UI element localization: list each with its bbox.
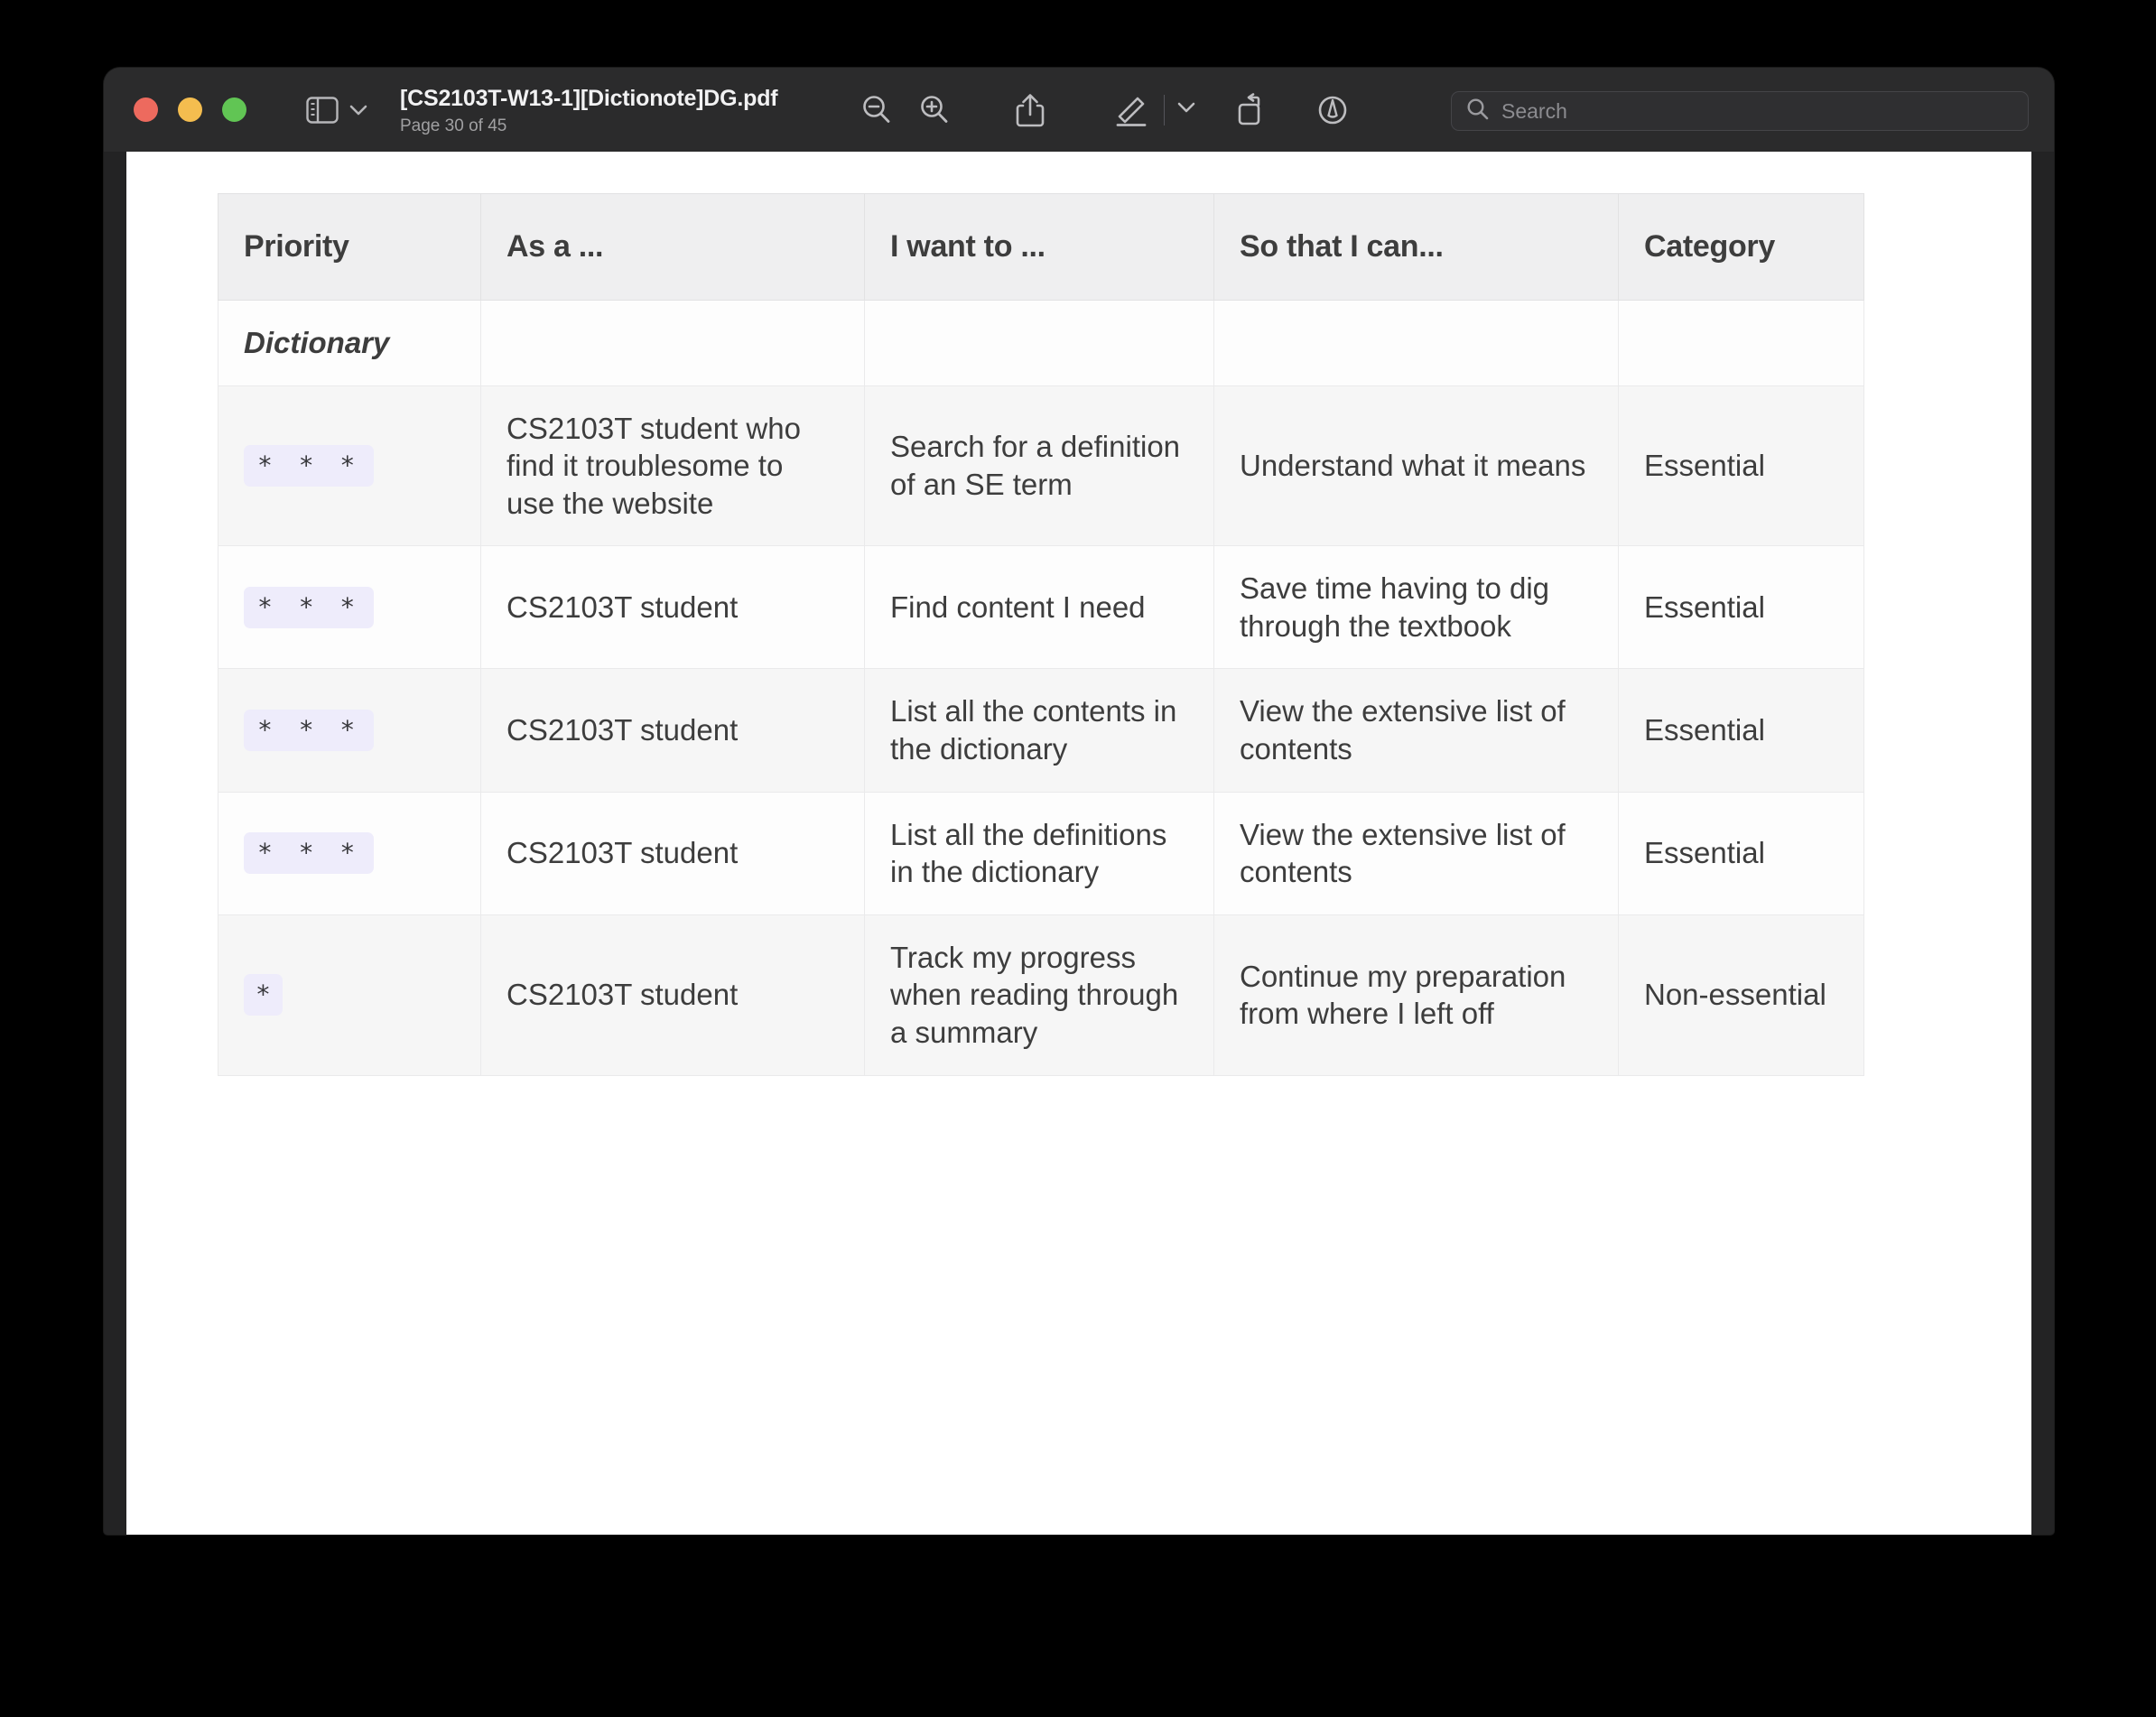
page-indicator: Page 30 of 45 (400, 116, 777, 136)
so-that-cell: View the extensive list of contents (1214, 669, 1619, 792)
sidebar-toggle-button[interactable] (306, 97, 367, 124)
search-input[interactable] (1501, 99, 2028, 124)
annotate-icon (1315, 93, 1350, 127)
search-field[interactable] (1451, 91, 2029, 131)
i-want-to-cell: List all the definitions in the dictiona… (865, 792, 1214, 914)
i-want-to-cell: Find content I need (865, 546, 1214, 669)
zoom-out-icon (860, 93, 894, 127)
category-cell: Non-essential (1619, 914, 1864, 1075)
table-row: * * * CS2103T student List all the conte… (218, 669, 1864, 792)
category-cell: Essential (1619, 792, 1864, 914)
table-row: * * * CS2103T student Find content I nee… (218, 546, 1864, 669)
zoom-in-button[interactable] (906, 85, 963, 135)
table-section-row: Dictionary (218, 301, 1864, 386)
priority-cell: * * * (218, 546, 481, 669)
table-header-row: Priority As a ... I want to ... So that … (218, 194, 1864, 301)
column-header-so-that: So that I can... (1214, 194, 1619, 301)
window-controls (134, 97, 246, 122)
i-want-to-cell: Search for a definition of an SE term (865, 385, 1214, 546)
category-cell: Essential (1619, 669, 1864, 792)
rotate-icon (1236, 93, 1270, 127)
markup-pen-icon (1113, 92, 1149, 128)
chevron-down-icon (1177, 101, 1195, 118)
user-stories-table: Priority As a ... I want to ... So that … (218, 193, 1864, 1076)
markup-button[interactable] (1102, 85, 1160, 135)
priority-badge: * * * (244, 832, 374, 874)
as-a-cell: CS2103T student (481, 914, 865, 1075)
priority-badge: * * * (244, 445, 374, 487)
share-button[interactable] (1001, 85, 1059, 135)
toolbar (848, 85, 1361, 135)
priority-cell: * (218, 914, 481, 1075)
so-that-cell: Save time having to dig through the text… (1214, 546, 1619, 669)
share-icon (1015, 92, 1045, 128)
as-a-cell: CS2103T student (481, 792, 865, 914)
document-title-block: [CS2103T-W13-1][Dictionote]DG.pdf Page 3… (400, 84, 777, 136)
section-empty-cell (865, 301, 1214, 386)
table-row: * * * CS2103T student who find it troubl… (218, 385, 1864, 546)
priority-cell: * * * (218, 669, 481, 792)
i-want-to-cell: Track my progress when reading through a… (865, 914, 1214, 1075)
so-that-cell: Continue my preparation from where I lef… (1214, 914, 1619, 1075)
so-that-cell: View the extensive list of contents (1214, 792, 1619, 914)
maximize-button[interactable] (222, 97, 246, 122)
as-a-cell: CS2103T student who find it troublesome … (481, 385, 865, 546)
section-label: Dictionary (218, 301, 481, 386)
i-want-to-cell: List all the contents in the dictionary (865, 669, 1214, 792)
chevron-down-icon (349, 104, 367, 116)
column-header-priority: Priority (218, 194, 481, 301)
toolbar-divider (1164, 95, 1165, 125)
priority-cell: * * * (218, 385, 481, 546)
as-a-cell: CS2103T student (481, 669, 865, 792)
priority-badge: * * * (244, 710, 374, 751)
close-button[interactable] (134, 97, 158, 122)
window-titlebar: [CS2103T-W13-1][Dictionote]DG.pdf Page 3… (104, 68, 2054, 152)
priority-cell: * * * (218, 792, 481, 914)
zoom-in-icon (917, 93, 952, 127)
priority-badge: * * * (244, 587, 374, 628)
column-header-i-want-to: I want to ... (865, 194, 1214, 301)
so-that-cell: Understand what it means (1214, 385, 1619, 546)
table-row: * CS2103T student Track my progress when… (218, 914, 1864, 1075)
page-title: [CS2103T-W13-1][Dictionote]DG.pdf (400, 86, 777, 112)
pdf-page: Priority As a ... I want to ... So that … (126, 152, 2031, 1535)
column-header-category: Category (1619, 194, 1864, 301)
category-cell: Essential (1619, 385, 1864, 546)
category-cell: Essential (1619, 546, 1864, 669)
minimize-button[interactable] (178, 97, 202, 122)
column-header-as-a: As a ... (481, 194, 865, 301)
section-empty-cell (481, 301, 865, 386)
preview-window: [CS2103T-W13-1][Dictionote]DG.pdf Page 3… (104, 68, 2054, 1535)
as-a-cell: CS2103T student (481, 546, 865, 669)
priority-badge: * (244, 974, 283, 1016)
annotate-button[interactable] (1304, 85, 1361, 135)
section-empty-cell (1619, 301, 1864, 386)
sidebar-icon (306, 97, 339, 124)
zoom-out-button[interactable] (848, 85, 906, 135)
rotate-button[interactable] (1224, 85, 1282, 135)
markup-options-button[interactable] (1168, 85, 1204, 135)
section-empty-cell (1214, 301, 1619, 386)
search-icon (1466, 97, 1490, 125)
table-row: * * * CS2103T student List all the defin… (218, 792, 1864, 914)
